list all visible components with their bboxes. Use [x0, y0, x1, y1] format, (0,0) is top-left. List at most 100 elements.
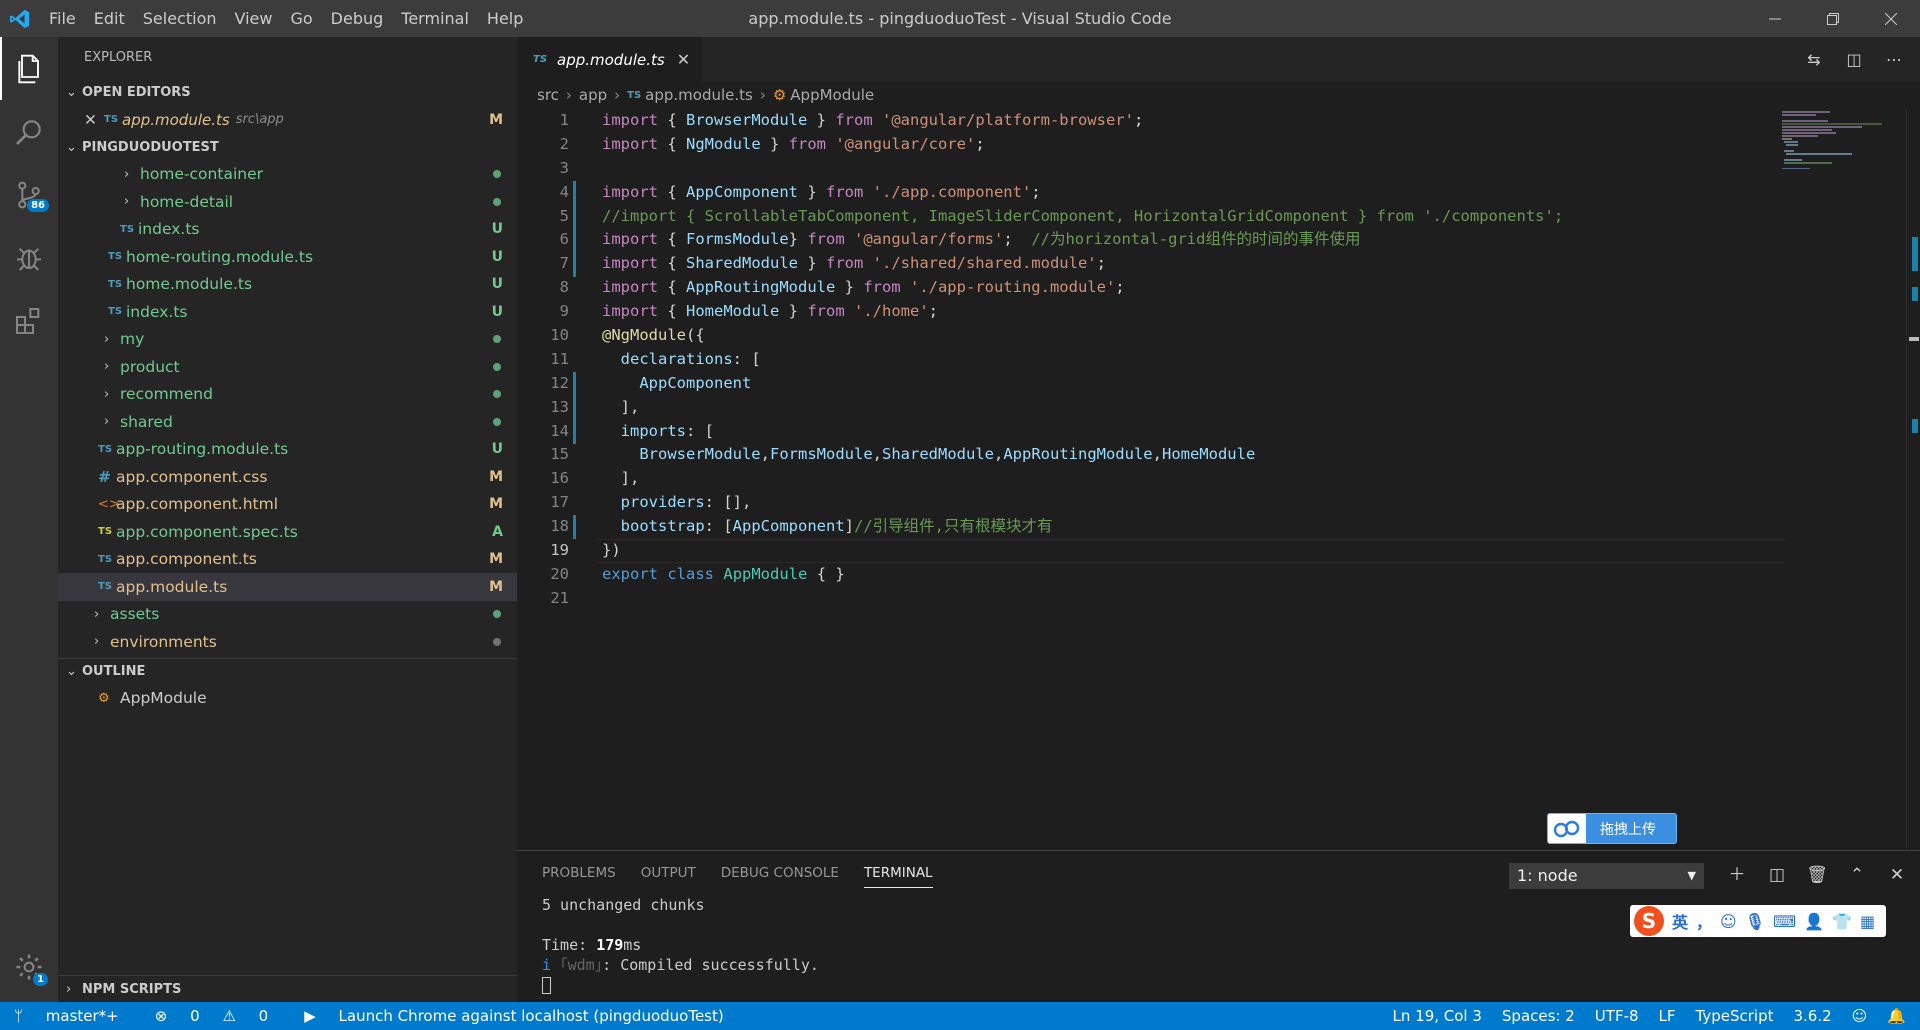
menu-edit[interactable]: Edit [85, 0, 134, 37]
breadcrumb-symbol[interactable]: AppModule [790, 86, 874, 104]
tree-folder-my[interactable]: › my [58, 326, 517, 354]
baidu-upload-button[interactable]: 拖拽上传 [1547, 813, 1677, 844]
breadcrumb-app[interactable]: app [579, 86, 607, 104]
maximize-panel-icon[interactable]: ⌃ [1837, 859, 1877, 891]
menu-file[interactable]: File [40, 0, 85, 37]
menu-debug[interactable]: Debug [322, 0, 393, 37]
explorer-icon[interactable] [0, 37, 58, 100]
ts-version[interactable]: 3.6.2 [1794, 1007, 1832, 1025]
tree-file-app-component-ts[interactable]: TS app.component.ts M [58, 546, 517, 574]
manage-gear-icon[interactable]: 1 [0, 942, 58, 992]
ime-punctuation[interactable]: ， [1696, 909, 1712, 933]
tree-label: home.module.ts [126, 275, 253, 294]
tab-debug-console[interactable]: DEBUG CONSOLE [721, 858, 839, 888]
open-editor-item[interactable]: ✕ TS app.module.ts src\app M [58, 106, 517, 134]
menu-terminal[interactable]: Terminal [392, 0, 478, 37]
source-control-icon[interactable]: 86 [0, 163, 58, 226]
tree-file-home-routing[interactable]: TS home-routing.module.ts U [58, 243, 517, 271]
problems-status[interactable]: ⊗ 0 ⚠ 0 [155, 1007, 286, 1025]
close-panel-icon[interactable]: ✕ [1877, 859, 1917, 891]
debug-icon[interactable] [0, 226, 58, 289]
breadcrumb-file[interactable]: app.module.ts [645, 86, 753, 104]
tree-folder-recommend[interactable]: › recommend [58, 381, 517, 409]
launch-config[interactable]: ▶ Launch Chrome against localhost (pingd… [304, 1007, 742, 1025]
minimap[interactable] [1782, 109, 1902, 169]
menu-selection[interactable]: Selection [134, 0, 226, 37]
tree-file-index[interactable]: TS index.ts U [58, 216, 517, 244]
emoji-icon[interactable]: ☺ [1720, 912, 1737, 931]
split-terminal-icon[interactable]: ◫ [1757, 859, 1797, 891]
tree-folder-shared[interactable]: › shared [58, 408, 517, 436]
tree-file-app-component-spec[interactable]: TS app.component.spec.ts A [58, 518, 517, 546]
outline-item-appmodule[interactable]: ⚙ AppModule [58, 685, 517, 713]
microphone-icon[interactable]: 🎙 [1745, 912, 1765, 931]
tree-file-index[interactable]: TS index.ts U [58, 298, 517, 326]
tree-file-app-component-css[interactable]: # app.component.css M [58, 463, 517, 491]
menu-help[interactable]: Help [478, 0, 532, 37]
split-editor-icon[interactable]: ◫ [1834, 50, 1874, 69]
terminal-output[interactable]: 5 unchanged chunks Time: 179ms i ｢wdm｣: … [542, 895, 819, 995]
minimize-button[interactable] [1746, 0, 1804, 37]
git-branch[interactable]: ᛘ master*+ [14, 1007, 137, 1025]
more-actions-icon[interactable]: ⋯ [1874, 50, 1914, 69]
indentation[interactable]: Spaces: 2 [1502, 1007, 1575, 1025]
apps-grid-icon[interactable]: ▦ [1860, 912, 1875, 931]
encoding[interactable]: UTF-8 [1595, 1007, 1639, 1025]
feedback-smiley-icon[interactable]: ☺ [1852, 1007, 1868, 1025]
token: } [797, 182, 826, 201]
extensions-icon[interactable] [0, 289, 58, 352]
close-icon[interactable]: ✕ [84, 111, 104, 129]
tab-output[interactable]: OUTPUT [641, 858, 696, 888]
notifications-bell-icon[interactable]: 🔔 [1887, 1007, 1906, 1025]
outline-header[interactable]: ⌄ OUTLINE [58, 657, 517, 685]
npm-scripts-header[interactable]: › NPM SCRIPTS [58, 975, 517, 1002]
open-editors-header[interactable]: ⌄ OPEN EDITORS [58, 79, 517, 106]
user-icon[interactable]: 👤 [1804, 912, 1824, 931]
close-icon[interactable]: ✕ [677, 50, 690, 69]
token: from [788, 134, 826, 153]
tree-file-app-module-selected[interactable]: TS app.module.ts M [58, 573, 517, 601]
tree-file-app-routing[interactable]: TS app-routing.module.ts U [58, 436, 517, 464]
cursor-position[interactable]: Ln 19, Col 3 [1393, 1007, 1482, 1025]
code-line: 5 //import { ScrollableTabComponent, Imag… [517, 205, 1920, 229]
terminal-select-value: 1: node [1517, 866, 1578, 885]
breadcrumb-src[interactable]: src [537, 86, 559, 104]
open-changes-icon[interactable]: ⇆ [1794, 50, 1834, 69]
code-line: 4 import { AppComponent } from './app.com… [517, 181, 1920, 205]
project-header[interactable]: ⌄ PINGDUODUOTEST [58, 134, 517, 161]
menu-view[interactable]: View [226, 0, 282, 37]
ime-language[interactable]: 英 [1672, 909, 1688, 933]
overview-ruler[interactable] [1906, 109, 1920, 849]
tree-folder-environments[interactable]: › environments [58, 628, 517, 656]
keyboard-icon[interactable]: ⌨ [1773, 912, 1796, 931]
activity-bar: 86 1 [0, 37, 58, 1002]
chevron-right-icon: › [614, 86, 621, 104]
line-number: 1 [559, 111, 569, 129]
restore-button[interactable] [1804, 0, 1862, 37]
tree-file-app-component-html[interactable]: <> app.component.html M [58, 491, 517, 519]
tab-app-module[interactable]: TS app.module.ts ✕ [517, 37, 703, 81]
tree-label: home-detail [140, 192, 234, 211]
tree-file-home-module[interactable]: TS home.module.ts U [58, 271, 517, 299]
tree-folder-home-container[interactable]: › home-container [58, 161, 517, 189]
kill-terminal-icon[interactable]: 🗑 [1797, 859, 1837, 891]
code-editor[interactable]: 1 import { BrowserModule } from '@angular… [517, 109, 1920, 611]
tab-problems[interactable]: PROBLEMS [542, 858, 616, 888]
tree-folder-home-detail[interactable]: › home-detail [58, 188, 517, 216]
tree-label: product [120, 357, 180, 376]
ime-toolbar[interactable]: S 英 ， ☺ 🎙 ⌨ 👤 👕 ▦ [1630, 905, 1886, 937]
terminal-select[interactable]: 1: node ▼ [1509, 863, 1704, 889]
line-ending[interactable]: LF [1659, 1007, 1676, 1025]
warning-count: 0 [258, 1007, 269, 1025]
tree-label: shared [120, 412, 173, 431]
tree-folder-product[interactable]: › product [58, 353, 517, 381]
language-mode[interactable]: TypeScript [1696, 1007, 1774, 1025]
search-icon[interactable] [0, 100, 58, 163]
tab-terminal[interactable]: TERMINAL [863, 858, 933, 888]
close-window-button[interactable] [1862, 0, 1920, 37]
new-terminal-icon[interactable]: ＋ [1717, 859, 1757, 891]
scm-badge: 86 [27, 199, 49, 212]
tree-folder-assets[interactable]: › assets [58, 601, 517, 629]
skin-shirt-icon[interactable]: 👕 [1832, 912, 1852, 931]
menu-go[interactable]: Go [281, 0, 321, 37]
